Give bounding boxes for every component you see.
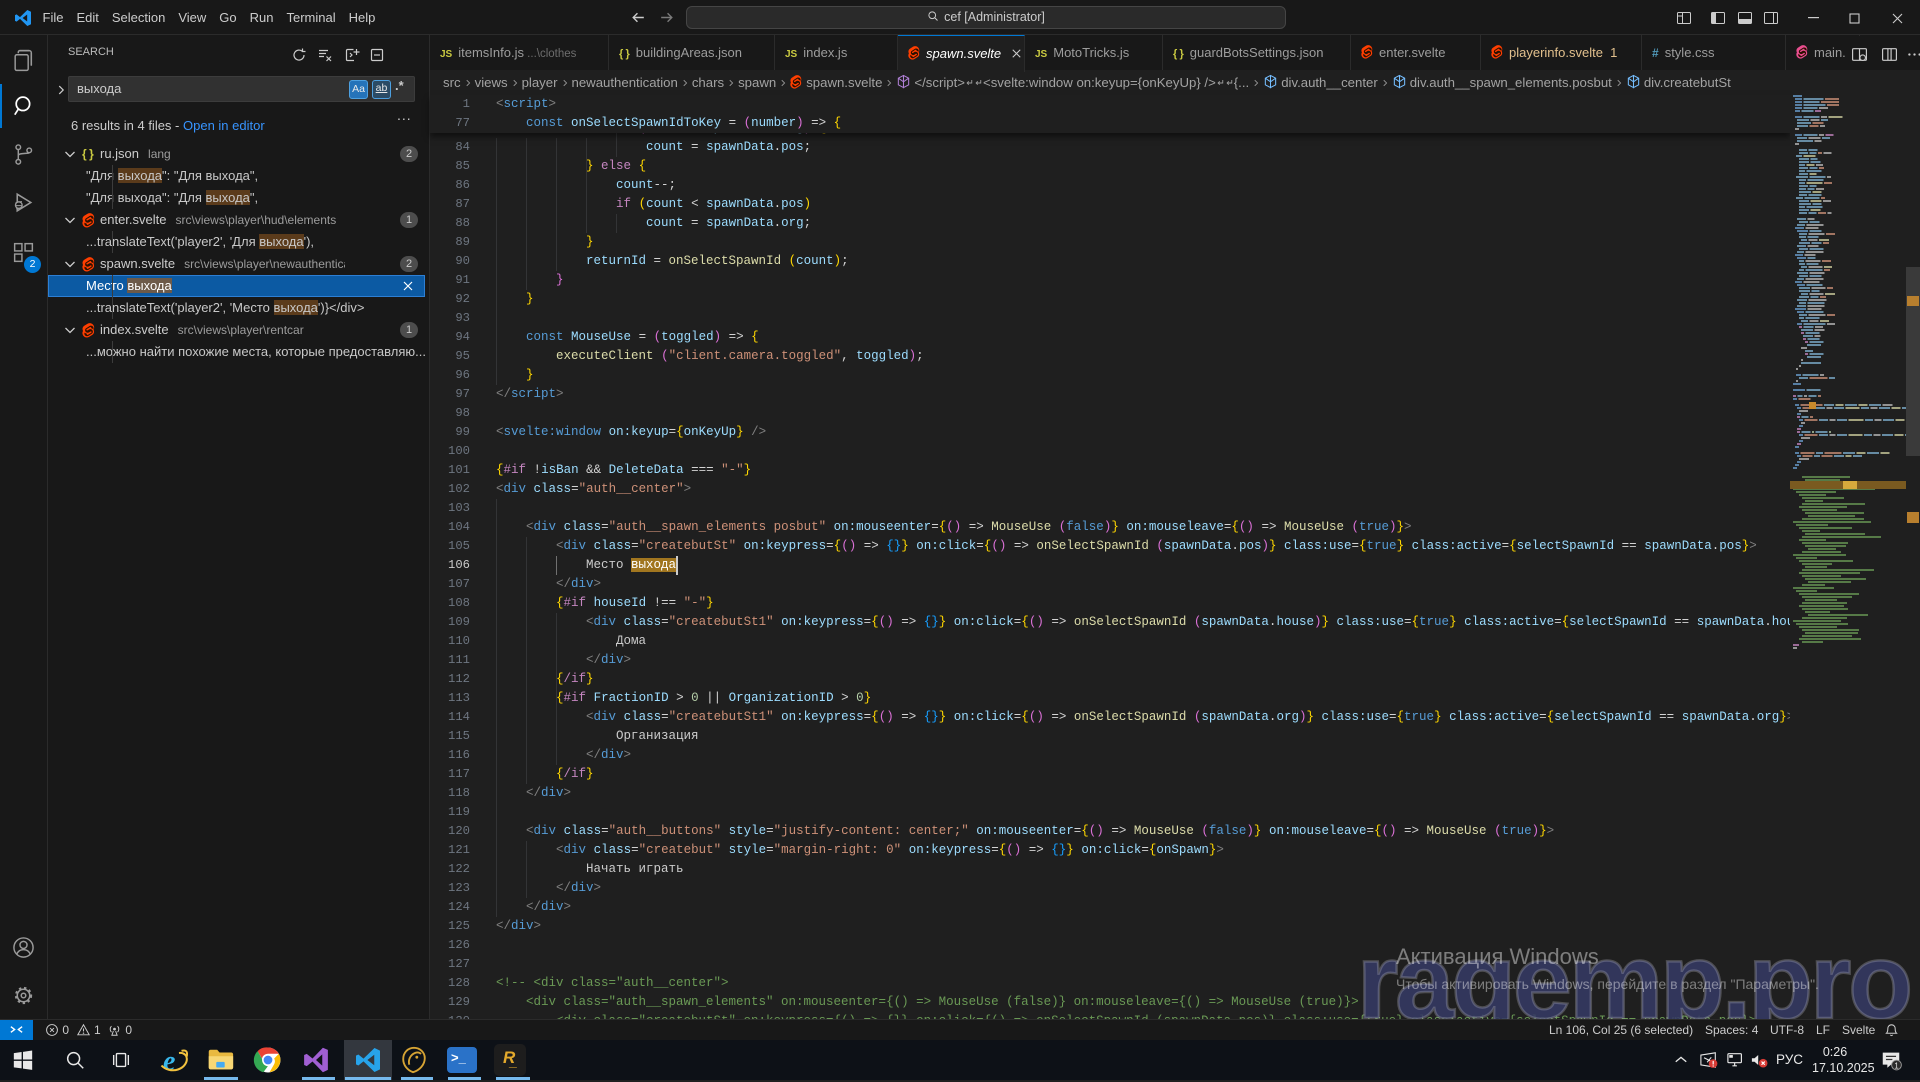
svg-text:e: e — [163, 1046, 175, 1077]
svg-text:1: 1 — [1894, 1061, 1898, 1070]
